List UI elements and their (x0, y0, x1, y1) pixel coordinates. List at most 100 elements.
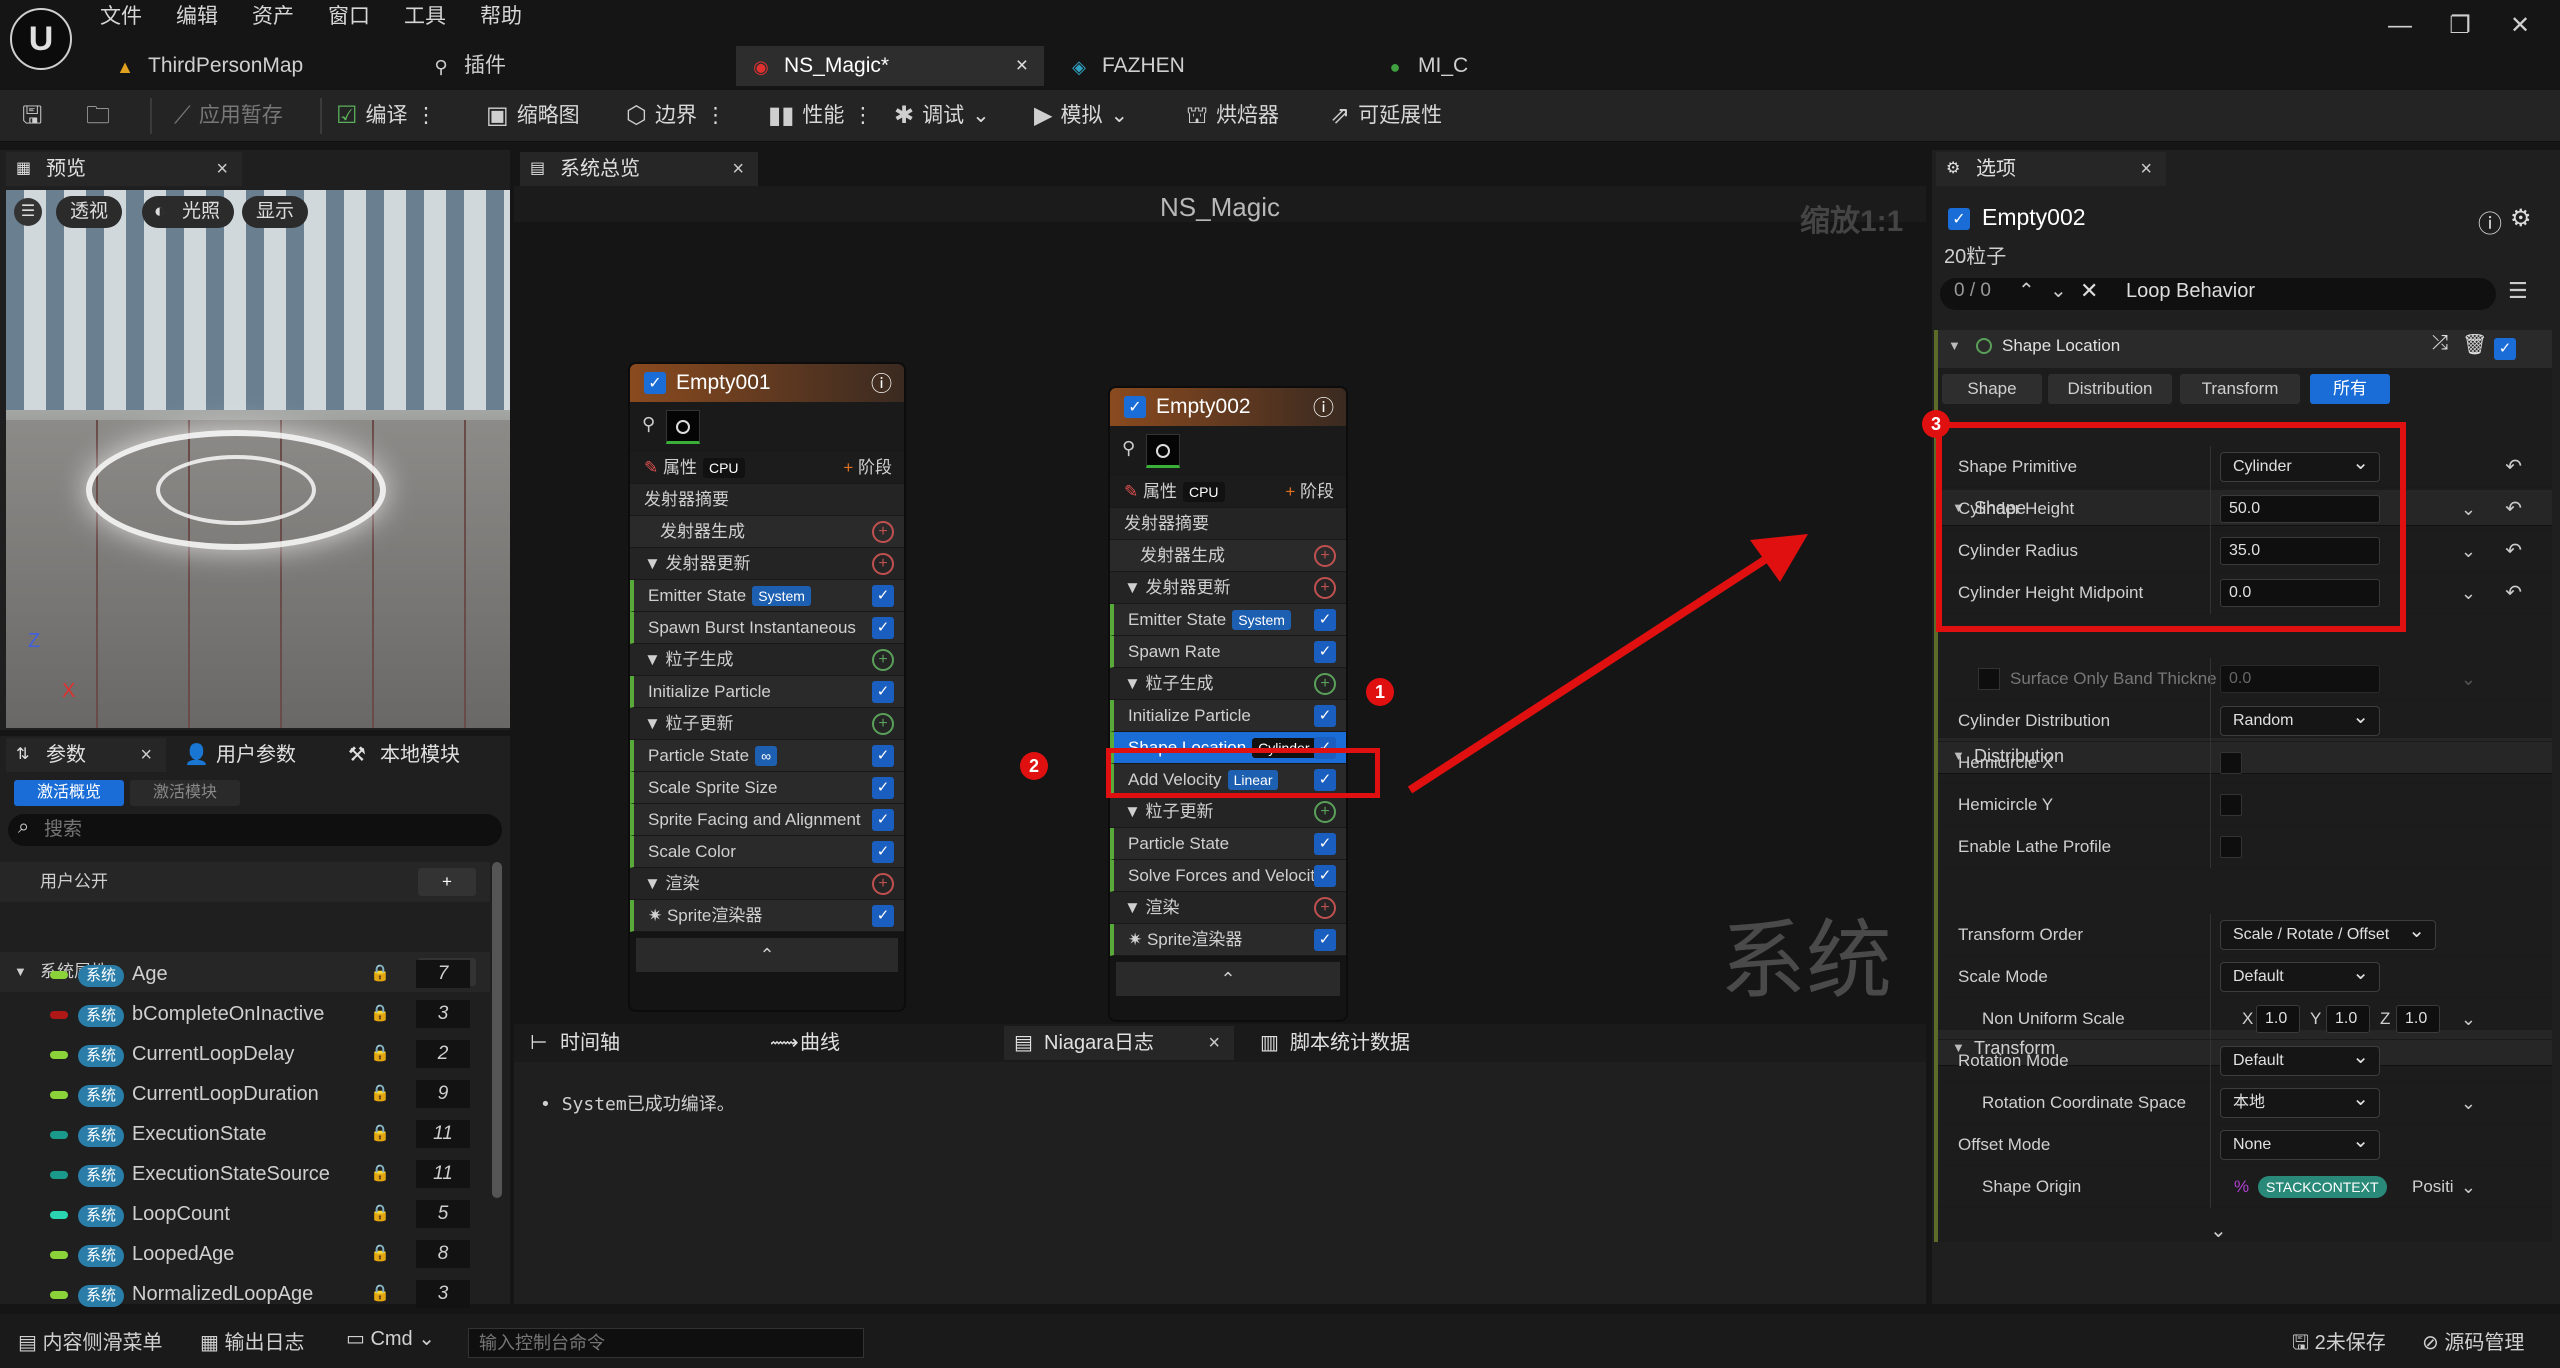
filter-shape-button[interactable]: Shape (1942, 374, 2042, 404)
content-drawer-button[interactable]: ▤ 内容侧滑菜单 (18, 1326, 162, 1355)
module-row[interactable]: Emitter State System ✓ (1110, 604, 1346, 636)
param-row[interactable]: 系统 CurrentLoopDuration 🔒 9 (0, 1074, 490, 1114)
output-log-button[interactable]: ▦ 输出日志 (200, 1326, 304, 1355)
stackcontext-badge[interactable]: STACKCONTEXT (2258, 1176, 2387, 1198)
module-enable-checkbox[interactable]: ✓ (1314, 641, 1336, 663)
menu-file[interactable]: 文件 (100, 0, 142, 34)
active-modules-button[interactable]: 激活模块 (130, 780, 240, 806)
module-row[interactable]: ▼ 粒子生成 + (1110, 668, 1346, 700)
show-button[interactable]: 显示 (242, 196, 309, 228)
param-row[interactable]: 系统 ExecutionStateSource 🔒 11 (0, 1154, 490, 1194)
emitter-enable-checkbox[interactable]: ✓ (1948, 208, 1970, 230)
more-icon[interactable]: ⋮ (705, 96, 726, 136)
module-row[interactable]: Particle State ✓ (1110, 828, 1346, 860)
prev-match-icon[interactable]: ⌃ (2018, 278, 2035, 303)
module-enable-checkbox[interactable]: ✓ (872, 681, 894, 703)
scale-z-field[interactable]: 1.0 (2396, 1005, 2440, 1033)
module-row[interactable]: Initialize Particle ✓ (630, 676, 904, 708)
filter-all-button[interactable]: 所有 (2310, 374, 2390, 404)
apply-button[interactable]: ⟋ 应用暂存 (174, 96, 283, 136)
module-row[interactable]: ✷ Sprite渲染器 ✓ (1110, 924, 1346, 956)
info-icon[interactable]: ⓘ (871, 368, 892, 398)
module-row[interactable]: ▼ 发射器更新 + (630, 548, 904, 580)
module-enable-checkbox[interactable]: ✓ (1314, 705, 1336, 727)
delete-icon[interactable]: 🗑 (2462, 332, 2487, 357)
tab-plugins[interactable]: ⚲ 插件 (416, 46, 726, 86)
add-module-icon[interactable]: + (1314, 897, 1336, 919)
active-overview-button[interactable]: 激活概览 (14, 780, 124, 806)
module-row[interactable]: Spawn Burst Instantaneous ✓ (630, 612, 904, 644)
detail-number-field[interactable]: 0.0 (2220, 665, 2380, 693)
detail-dropdown[interactable]: Random (2220, 703, 2380, 736)
browse-button[interactable]: 🗀 (86, 96, 110, 136)
clear-search-icon[interactable]: ✕ (2080, 278, 2098, 304)
save-button[interactable]: 🖫 (22, 96, 42, 136)
tab-preview[interactable]: ▦ 预览 × (6, 152, 242, 186)
filter-icon[interactable]: ☰ (2508, 278, 2528, 304)
detail-dropdown[interactable]: Default (2220, 1043, 2380, 1076)
scale-y-field[interactable]: 1.0 (2326, 1005, 2370, 1033)
baker-button[interactable]: ⛫ 烘焙器 (1186, 96, 1279, 136)
add-module-icon[interactable]: + (872, 521, 894, 543)
lighting-button[interactable]: ◐ 光照 (142, 196, 235, 228)
param-row[interactable]: 系统 NormalizedLoopAge 🔒 3 (0, 1274, 490, 1314)
param-row[interactable]: 系统 LoopedAge 🔒 8 (0, 1234, 490, 1274)
minimize-icon[interactable]: — (2380, 6, 2420, 46)
tab-system-overview[interactable]: ▤ 系统总览 × (520, 152, 758, 186)
emitter-thumbnail[interactable] (1146, 434, 1180, 468)
add-stage-button[interactable]: + 阶段 (843, 452, 892, 484)
close-tab-icon[interactable]: × (732, 152, 744, 186)
emitter-header[interactable]: ✓ Empty002 ⓘ (1110, 388, 1346, 426)
more-icon[interactable]: ⋮ (852, 96, 873, 136)
module-row[interactable]: ✷ Sprite渲染器 ✓ (630, 900, 904, 932)
menu-window[interactable]: 窗口 (328, 0, 370, 34)
add-module-icon[interactable]: + (1314, 673, 1336, 695)
scalability-button[interactable]: ⇗ 可延展性 (1330, 96, 1442, 136)
performance-button[interactable]: ▮▮ 性能 ⋮ (768, 96, 873, 136)
add-module-icon[interactable]: + (1314, 545, 1336, 567)
info-icon[interactable]: ⓘ (1313, 392, 1334, 422)
properties-row[interactable]: ✎ 属性 CPU + 阶段 (1110, 476, 1346, 508)
tab-user-params[interactable]: 👤 用户参数 (176, 738, 336, 772)
scale-x-field[interactable]: 1.0 (2256, 1005, 2300, 1033)
module-row[interactable]: ▼ 渲染 + (1110, 892, 1346, 924)
details-search[interactable]: 0 / 0 ⌃ ⌄ ✕ Loop Behavior (1940, 278, 2496, 310)
unsaved-button[interactable]: 🖫 2未保存 (2292, 1326, 2386, 1362)
add-module-icon[interactable]: + (1314, 801, 1336, 823)
close-tab-icon[interactable]: × (1208, 1026, 1220, 1060)
preview-viewport[interactable]: ☰ 透视 ◐ 光照 显示 Z X (6, 190, 510, 728)
bounds-button[interactable]: ⬡ 边界 ⋮ (626, 96, 726, 136)
unreal-logo-icon[interactable]: U (10, 8, 72, 70)
properties-row[interactable]: ✎ 属性 CPU + 阶段 (630, 452, 904, 484)
module-enable-checkbox[interactable]: ✓ (872, 809, 894, 831)
close-tab-icon[interactable]: × (1016, 46, 1028, 86)
chevron-down-icon[interactable]: ⌄ (2461, 658, 2476, 700)
close-tab-icon[interactable]: × (216, 152, 228, 186)
module-row[interactable]: Particle State ∞ ✓ (630, 740, 904, 772)
module-enable-checkbox[interactable]: ✓ (872, 745, 894, 767)
detail-dropdown[interactable]: Scale / Rotate / Offset (2220, 917, 2436, 950)
expand-more-icon[interactable]: ⌄ (2210, 1218, 2227, 1243)
info-icon[interactable]: ⓘ (2478, 204, 2502, 239)
param-row[interactable]: 系统 CurrentLoopDelay 🔒 2 (0, 1034, 490, 1074)
tab-mi-c[interactable]: ● MI_C (1370, 46, 1680, 86)
detail-dropdown[interactable]: Default (2220, 959, 2380, 992)
chevron-down-icon[interactable]: ⌄ (2461, 1166, 2476, 1208)
module-enable-checkbox[interactable]: ✓ (872, 617, 894, 639)
add-module-icon[interactable]: + (872, 873, 894, 895)
collapse-node-button[interactable]: ⌃ (636, 938, 898, 972)
detail-checkbox[interactable] (2220, 836, 2242, 858)
module-row[interactable]: ▼ 粒子更新 + (630, 708, 904, 740)
module-row[interactable]: Spawn Rate ✓ (1110, 636, 1346, 668)
maximize-icon[interactable]: ❐ (2440, 6, 2480, 46)
module-enable-checkbox[interactable]: ✓ (872, 905, 894, 927)
module-row[interactable]: 发射器摘要 (630, 484, 904, 516)
chevron-down-icon[interactable]: ⌄ (2461, 998, 2476, 1040)
module-row[interactable]: Initialize Particle ✓ (1110, 700, 1346, 732)
tab-fazhen[interactable]: ◈ FAZHEN (1054, 46, 1364, 86)
emitter-properties-icon[interactable]: ⚲ (642, 414, 655, 435)
module-row[interactable]: ▼ 粒子生成 + (630, 644, 904, 676)
shuffle-icon[interactable]: ⤮ (2432, 332, 2448, 355)
tab-options[interactable]: ⚙ 选项 × (1936, 152, 2166, 186)
emitter-thumbnail[interactable] (666, 410, 700, 444)
